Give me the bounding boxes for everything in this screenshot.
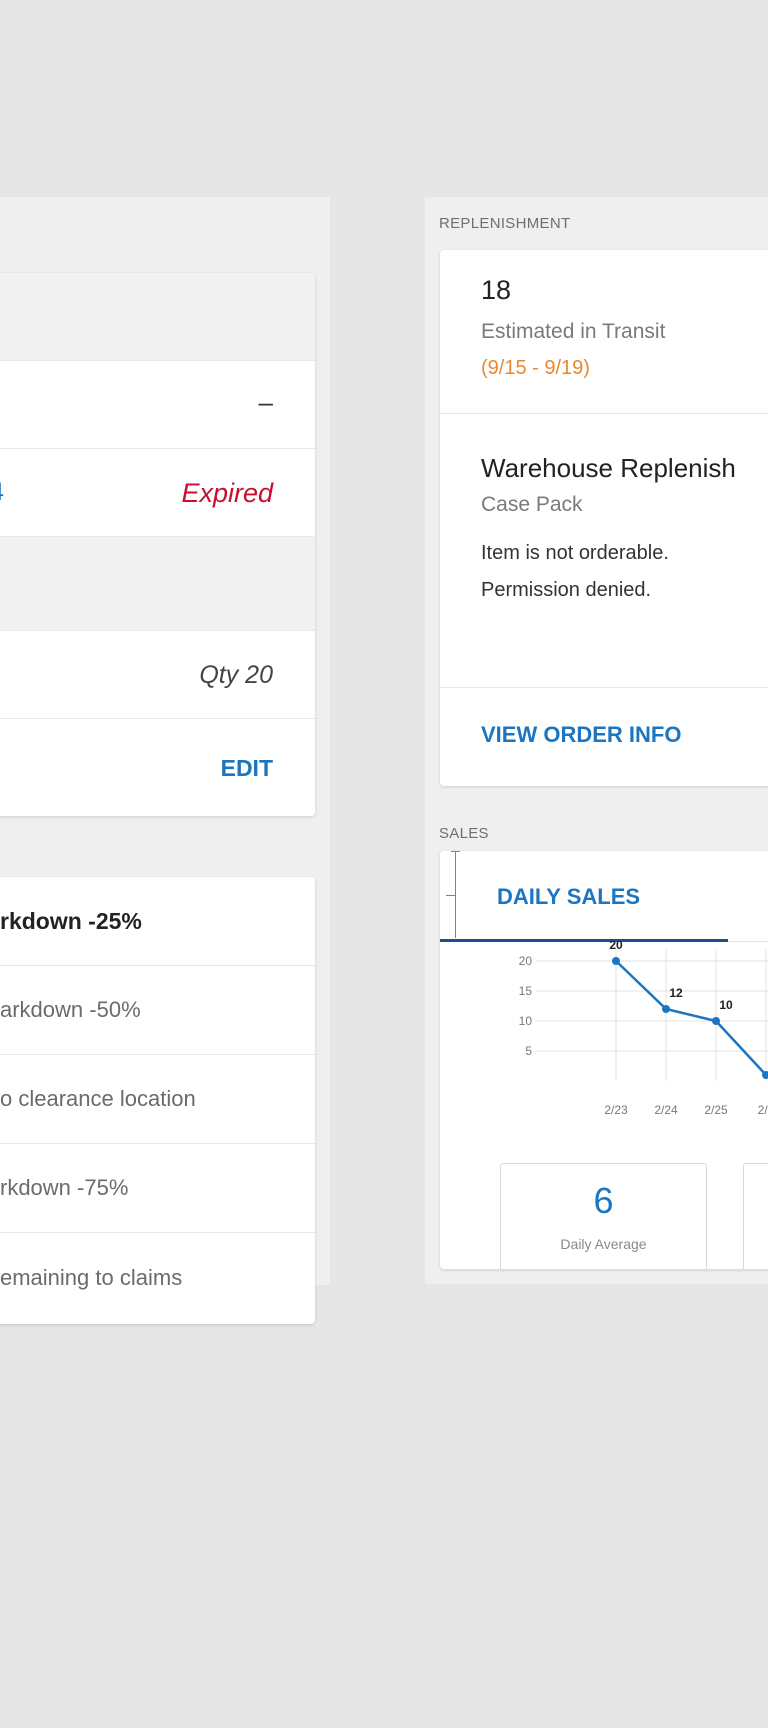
chart-data-labels: 20 12 10 [609,941,733,1012]
x-tick-label: 2/2 [758,1103,768,1117]
list-item-label: rkdown -25% [0,908,142,934]
chart-points [612,957,768,1079]
y-tick-label: 20 [519,954,533,968]
list-item-label: o clearance location [0,1086,196,1111]
status-line-2: Permission denied. [481,579,652,601]
edit-button[interactable]: EDIT [221,755,273,782]
x-tick-label: 2/25 [704,1103,728,1117]
chart-y-ticks: 20 15 10 5 [519,954,533,1058]
daily-average-value: 6 [593,1180,614,1221]
view-order-info-button[interactable]: VIEW ORDER INFO [481,722,681,748]
details-header-row [0,273,315,361]
chart-grid [536,949,768,1081]
transit-row: 18 Estimated in Transit (9/15 - 9/19) [440,250,768,414]
y-tick-label: 10 [519,1014,533,1028]
list-item[interactable]: rkdown -75% [0,1144,315,1233]
tab-bar: DAILY SALES [440,851,768,942]
transit-range: (9/15 - 9/19) [481,357,590,379]
sales-card: DAILY SALES 20 15 10 5 2/23 2/24 2/25 2/2 20 12… [440,851,768,1269]
daily-average-tile: 6 Daily Average [500,1163,707,1269]
list-item-label: arkdown -50% [0,997,141,1022]
data-label: 12 [669,986,683,1000]
x-tick-label: 2/23 [604,1103,628,1117]
second-stat-tile [743,1163,768,1269]
chart-point [662,1005,670,1013]
details-row-dash: – [0,361,315,449]
y-tick-label: 5 [525,1044,532,1058]
dash-value: – [258,387,273,417]
tab-daily-sales-label: DAILY SALES [497,884,641,909]
expired-status: Expired [181,478,273,508]
list-item-label: rkdown -75% [0,1175,129,1200]
warehouse-title: Warehouse Replenish [481,453,736,483]
debug-bracket [455,851,456,938]
id-fragment[interactable]: 4 [0,478,4,507]
data-label: 20 [609,941,623,952]
daily-average-label: Daily Average [560,1236,647,1252]
daily-sales-chart: 20 15 10 5 2/23 2/24 2/25 2/2 20 12 10 [519,941,768,1117]
debug-bracket-cap [451,851,460,852]
x-tick-label: 2/24 [654,1103,678,1117]
y-tick-label: 15 [519,984,533,998]
warehouse-row: Warehouse Replenish Case Pack Item is no… [440,414,768,688]
replenishment-card: 18 Estimated in Transit (9/15 - 9/19) Wa… [440,250,768,786]
list-item[interactable]: rkdown -25% [0,877,315,966]
chart-point [712,1017,720,1025]
view-order-row: VIEW ORDER INFO [440,688,768,786]
details-card: – 4 Expired Qty 20 EDIT [0,273,315,816]
list-item[interactable]: arkdown -50% [0,966,315,1055]
debug-bracket-tick [446,895,455,896]
chart-series-line [615,960,768,1077]
list-item[interactable]: emaining to claims [0,1233,315,1324]
sales-section-label: SALES [439,825,489,842]
details-row-edit: EDIT [0,719,315,816]
details-row-qty: Qty 20 [0,631,315,719]
left-panel: – 4 Expired Qty 20 EDIT rkdown -25% arkd… [0,197,330,1324]
chart-point [612,957,620,965]
details-row-expired[interactable]: 4 Expired [0,449,315,537]
status-line-1: Item is not orderable. [481,542,669,564]
qty-value: Qty 20 [199,661,273,689]
transit-label: Estimated in Transit [481,320,666,343]
replenishment-section-label: REPLENISHMENT [439,215,571,232]
list-item[interactable]: o clearance location [0,1055,315,1144]
data-label: 10 [719,998,733,1012]
warehouse-sub: Case Pack [481,493,583,516]
list-item-label: emaining to claims [0,1265,183,1290]
transit-qty: 18 [481,275,512,305]
chart-x-ticks: 2/23 2/24 2/25 2/2 [604,1103,768,1117]
details-subheader-row [0,537,315,631]
tab-daily-sales[interactable]: DAILY SALES [440,851,728,942]
markdown-card: rkdown -25% arkdown -50% o clearance loc… [0,877,315,1324]
right-panel: REPLENISHMENT 18 Estimated in Transit (9… [425,197,768,1284]
